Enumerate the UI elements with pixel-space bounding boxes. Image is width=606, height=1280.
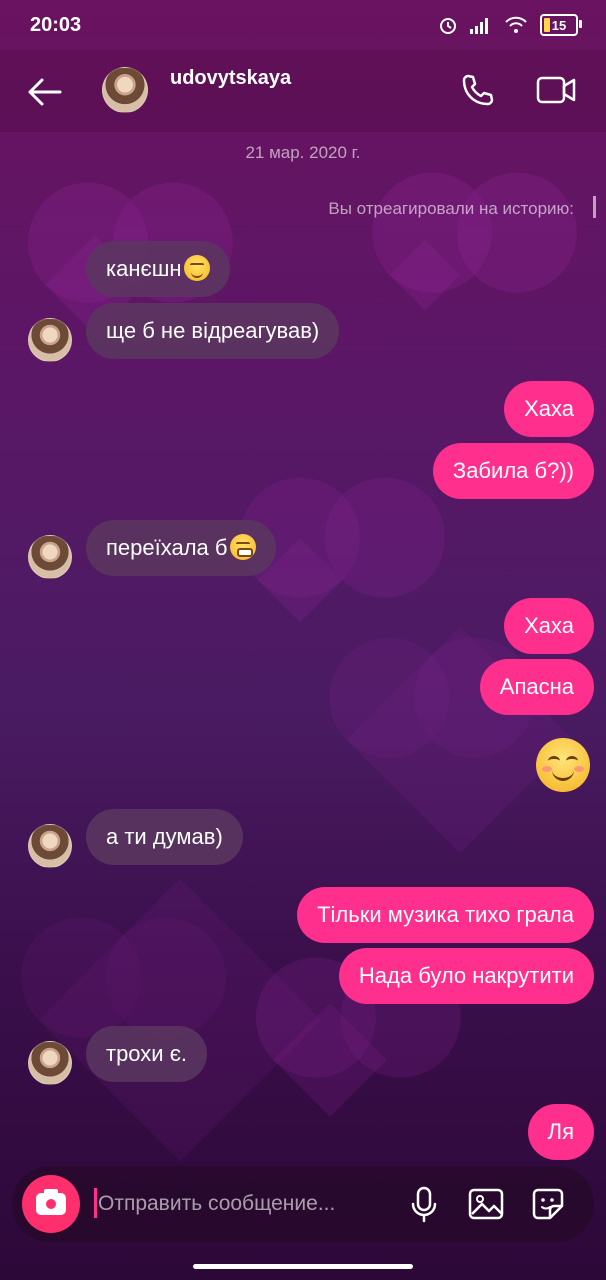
message-text: Нада було накрутити (358, 963, 574, 988)
message-composer (12, 1166, 594, 1242)
gallery-icon[interactable] (466, 1184, 506, 1224)
alarm-icon (440, 18, 456, 34)
smirk-emoji-icon (183, 255, 210, 282)
message-text: ще б не відреагував) (106, 318, 320, 343)
outgoing-message[interactable]: Тільки музика тихо грала (297, 887, 594, 943)
chat-header: udovytskaya (0, 50, 606, 132)
incoming-message[interactable]: ще б не відреагував) (86, 303, 340, 359)
back-arrow-icon[interactable] (24, 72, 64, 112)
contact-avatar[interactable] (102, 67, 148, 113)
incoming-message[interactable]: канєшн (86, 241, 230, 297)
message-text: Ля (547, 1119, 574, 1144)
message-text: трохи є. (106, 1041, 188, 1066)
text-cursor (94, 1188, 97, 1218)
camera-icon-lens (44, 1197, 58, 1211)
outgoing-message[interactable]: Апасна (479, 659, 594, 715)
background-heart (273, 1003, 387, 1117)
message-text: канєшн (106, 256, 182, 281)
outgoing-message[interactable]: Хаха (504, 598, 594, 654)
story-reaction-note: Вы отреагировали на историю: (328, 199, 574, 218)
contact-username[interactable]: udovytskaya (170, 67, 291, 90)
status-icons: 15 (438, 14, 582, 36)
phone-icon[interactable] (458, 70, 498, 110)
story-reaction-bar (593, 196, 596, 218)
message-text: Тільки музика тихо грала (317, 902, 574, 927)
sender-avatar[interactable] (28, 824, 72, 868)
message-text: Апасна (499, 674, 574, 699)
home-indicator[interactable] (193, 1264, 413, 1269)
outgoing-message[interactable]: Нада було накрутити (338, 948, 594, 1004)
sticker-icon[interactable] (528, 1184, 568, 1224)
date-separator: 21 мар. 2020 г. (245, 143, 361, 162)
microphone-icon[interactable] (404, 1184, 444, 1224)
message-text: Забила б?)) (452, 458, 574, 483)
battery-level: 15 (551, 17, 567, 33)
grin-emoji-icon (229, 534, 256, 561)
video-call-icon[interactable] (534, 70, 578, 110)
incoming-message[interactable]: переїхала б (86, 520, 276, 576)
outgoing-message[interactable]: Забила б?)) (432, 443, 594, 499)
sender-avatar[interactable] (28, 535, 72, 579)
outgoing-message[interactable]: Ля (527, 1104, 594, 1160)
smiling-emoji-icon[interactable] (536, 738, 590, 792)
message-text: переїхала б (106, 535, 228, 560)
incoming-message[interactable]: трохи є. (86, 1026, 208, 1082)
message-input[interactable] (98, 1166, 398, 1242)
battery-icon: 15 (540, 14, 582, 36)
sender-avatar[interactable] (28, 318, 72, 362)
message-text: Хаха (524, 613, 574, 638)
outgoing-message[interactable]: Хаха (504, 381, 594, 437)
status-bar: 20:03 15 (0, 0, 606, 50)
signal-icon (470, 18, 488, 34)
message-text: а ти думав) (106, 824, 223, 849)
camera-button[interactable] (22, 1175, 80, 1233)
incoming-message[interactable]: а ти думав) (86, 809, 243, 865)
status-time: 20:03 (30, 14, 82, 36)
wifi-icon (505, 16, 527, 33)
message-text: Хаха (524, 396, 574, 421)
background-heart (389, 239, 461, 311)
sender-avatar[interactable] (28, 1041, 72, 1085)
